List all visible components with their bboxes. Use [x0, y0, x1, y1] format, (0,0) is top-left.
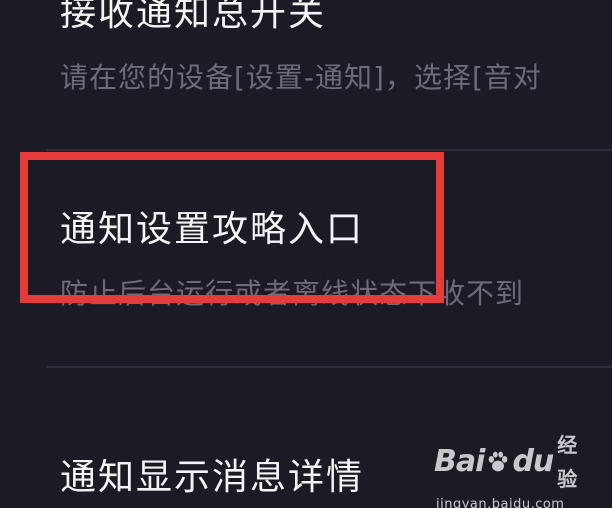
setting-item-title: 通知显示消息详情 [60, 457, 365, 498]
watermark-logo: Bai du 经验 [434, 428, 584, 496]
setting-item-subtitle: 防止后台运行或者离线状态下收不到 [60, 277, 525, 310]
watermark-url: jingyan.baidu.com [436, 497, 565, 508]
setting-item-title: 通知设置攻略入口 [60, 209, 365, 250]
watermark-brand-right: du [512, 444, 554, 479]
paw-icon [489, 451, 508, 472]
setting-item-title: 接收通知总开关 [60, 0, 327, 34]
watermark-brand-left: Bai [434, 444, 485, 479]
setting-item-notification-guide[interactable]: 通知设置攻略入口 防止后台运行或者离线状态下收不到 [0, 151, 612, 367]
setting-item-notification-master-switch[interactable]: 接收通知总开关 请在您的设备[设置-通知]，选择[音对 [0, 0, 612, 150]
baidu-jingyan-watermark: Bai du 经验 jingyan.baidu.com [434, 428, 584, 508]
setting-item-subtitle: 请在您的设备[设置-通知]，选择[音对 [60, 61, 542, 94]
watermark-brand-cn: 经验 [557, 433, 578, 491]
